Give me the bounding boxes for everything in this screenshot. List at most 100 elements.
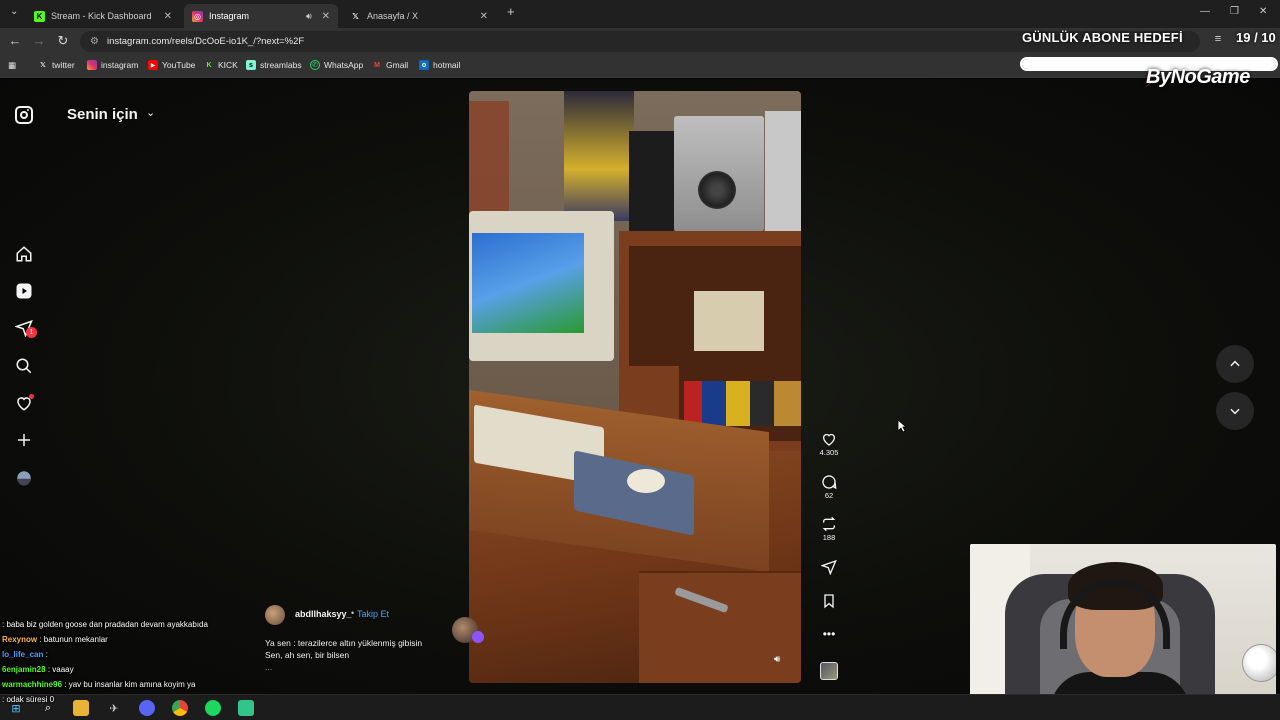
bookmark-youtube[interactable]: ▶ YouTube — [148, 60, 195, 70]
activity-dot — [29, 394, 34, 399]
close-window-icon[interactable]: ✕ — [1259, 6, 1267, 17]
bookmark-whatsapp[interactable]: ✆ WhatsApp — [310, 60, 363, 70]
brand-logo: ByNoGame — [1146, 66, 1250, 88]
chat-message: : baba biz golden goose dan pradadan dev… — [2, 620, 208, 629]
author-avatar[interactable] — [265, 605, 285, 625]
author-username[interactable]: abdllhaksyy_ — [295, 609, 352, 619]
previous-reel-button[interactable] — [1216, 345, 1254, 383]
tab-x-home[interactable]: 𝕏 Anasayfa / X ✕ — [342, 4, 496, 28]
chat-text: : — [45, 650, 48, 659]
next-reel-button[interactable] — [1216, 392, 1254, 430]
bookmark-label: twitter — [52, 60, 75, 70]
chevron-down-icon[interactable]: ⌄ — [146, 106, 155, 119]
bookmark-instagram[interactable]: instagram — [87, 60, 138, 70]
chat-message: Rexynow : batunun mekanlar — [2, 635, 108, 644]
discord-icon[interactable] — [139, 700, 155, 716]
bookmark-streamlabs[interactable]: s streamlabs — [246, 60, 302, 70]
chat-text: : vaaay — [47, 665, 74, 674]
apps-grid-icon[interactable]: ▦ — [8, 60, 16, 71]
chevron-up-icon — [1230, 360, 1240, 367]
windows-taskbar: ⊞ ⌕ ✈ — [0, 694, 1280, 720]
close-tab-icon[interactable]: ✕ — [480, 11, 488, 22]
share-button[interactable] — [812, 559, 846, 575]
kick-icon: K — [206, 61, 212, 69]
feed-title[interactable]: Senin için — [67, 106, 138, 123]
goal-count: 19 / 10 — [1236, 30, 1276, 45]
spotify-icon[interactable] — [205, 700, 221, 716]
tab-search-icon[interactable]: ⌄ — [10, 6, 18, 17]
video-scene — [639, 571, 801, 683]
reload-icon[interactable]: ↻ — [55, 33, 71, 49]
video-scene — [684, 381, 801, 426]
tab-title: Instagram — [209, 11, 250, 21]
reel-video[interactable]: 🔊︎ — [469, 91, 801, 683]
collaborator-avatar[interactable] — [452, 617, 484, 643]
app-icon[interactable]: ✈ — [106, 700, 122, 716]
tab-instagram[interactable]: ◎ Instagram 🔊︎ ✕ — [184, 4, 338, 28]
new-tab-button[interactable]: + — [507, 4, 515, 19]
reel-caption: Ya sen : terazilerce altın yüklenmiş gib… — [265, 637, 465, 661]
streamlabs-icon[interactable] — [238, 700, 254, 716]
separator-dot: • — [351, 608, 355, 618]
whatsapp-icon: ✆ — [310, 60, 320, 70]
chat-message: warmachhine96 : yav bu insanlar kim amın… — [2, 680, 195, 689]
gmail-icon: M — [374, 61, 380, 69]
bookmark-twitter[interactable]: 𝕏 twitter — [38, 60, 75, 70]
volume-icon[interactable]: 🔊︎ — [774, 654, 788, 666]
bookmark-gmail[interactable]: M Gmail — [372, 60, 408, 70]
save-button[interactable] — [812, 593, 846, 609]
outlook-icon: o — [419, 60, 429, 70]
bookmark-kick[interactable]: K KICK — [204, 60, 237, 70]
like-button[interactable]: 4.305 — [812, 431, 846, 457]
reels-icon[interactable] — [14, 281, 34, 301]
instagram-logo-icon[interactable] — [15, 106, 33, 124]
tab-kick-dashboard[interactable]: K Stream - Kick Dashboard ✕ — [26, 4, 180, 28]
heart-icon — [823, 433, 835, 446]
video-scene — [564, 91, 634, 221]
create-icon[interactable] — [14, 430, 34, 450]
bookmark-label: instagram — [101, 60, 139, 70]
video-scene — [694, 291, 764, 351]
profile-avatar[interactable] — [14, 468, 34, 488]
chrome-icon[interactable] — [172, 700, 188, 716]
webcam-overlay — [970, 544, 1276, 716]
comment-button[interactable]: 62 — [812, 474, 846, 500]
speaker-icon[interactable]: 🔊︎ — [306, 11, 312, 22]
bookmark-label: Gmail — [386, 60, 409, 70]
tab-title: Stream - Kick Dashboard — [51, 11, 152, 21]
browser-tab-bar: ⌄ K Stream - Kick Dashboard ✕ ◎ Instagra… — [0, 0, 1280, 28]
caption-more[interactable]: ... — [265, 662, 272, 672]
bookmark-label: hotmail — [433, 60, 461, 70]
youtube-icon: ▶ — [148, 60, 158, 70]
close-tab-icon[interactable]: ✕ — [164, 11, 172, 22]
bookmark-label: YouTube — [162, 60, 196, 70]
repost-icon — [822, 516, 836, 532]
home-icon[interactable] — [14, 244, 34, 264]
tab-title: Anasayfa / X — [367, 11, 419, 21]
minimize-icon[interactable]: — — [1200, 6, 1210, 17]
repost-count: 188 — [822, 533, 836, 542]
more-options-icon[interactable]: ••• — [812, 627, 846, 641]
close-tab-icon[interactable]: ✕ — [322, 11, 330, 22]
site-info-icon[interactable]: ⚙ — [90, 36, 99, 47]
webcam-scene — [1242, 644, 1276, 682]
search-icon[interactable] — [14, 356, 34, 376]
restore-icon[interactable]: ❐ — [1230, 6, 1239, 17]
audio-thumbnail[interactable] — [820, 662, 838, 680]
follow-button[interactable]: Takip Et — [357, 609, 389, 619]
video-scene — [674, 116, 764, 231]
chat-text: : batunun mekanlar — [39, 635, 108, 644]
chevron-down-icon — [1230, 408, 1240, 415]
repost-button[interactable]: 188 — [812, 516, 846, 542]
forward-icon[interactable]: → — [31, 33, 47, 48]
menu-icon[interactable]: ≡ — [1210, 33, 1226, 45]
goal-title: GÜNLÜK ABONE HEDEFİ — [1022, 30, 1183, 45]
like-count: 4.305 — [819, 448, 839, 457]
chat-text: : baba biz golden goose dan pradadan dev… — [2, 620, 208, 629]
chat-message: : odak süresi 0 — [2, 695, 54, 704]
file-explorer-icon[interactable] — [73, 700, 89, 716]
comment-icon — [822, 475, 837, 490]
bookmark-hotmail[interactable]: o hotmail — [419, 60, 460, 70]
back-icon[interactable]: ← — [7, 33, 23, 48]
url-text: instagram.com/reels/DcOoE-io1K_/?next=%2… — [106, 36, 305, 47]
